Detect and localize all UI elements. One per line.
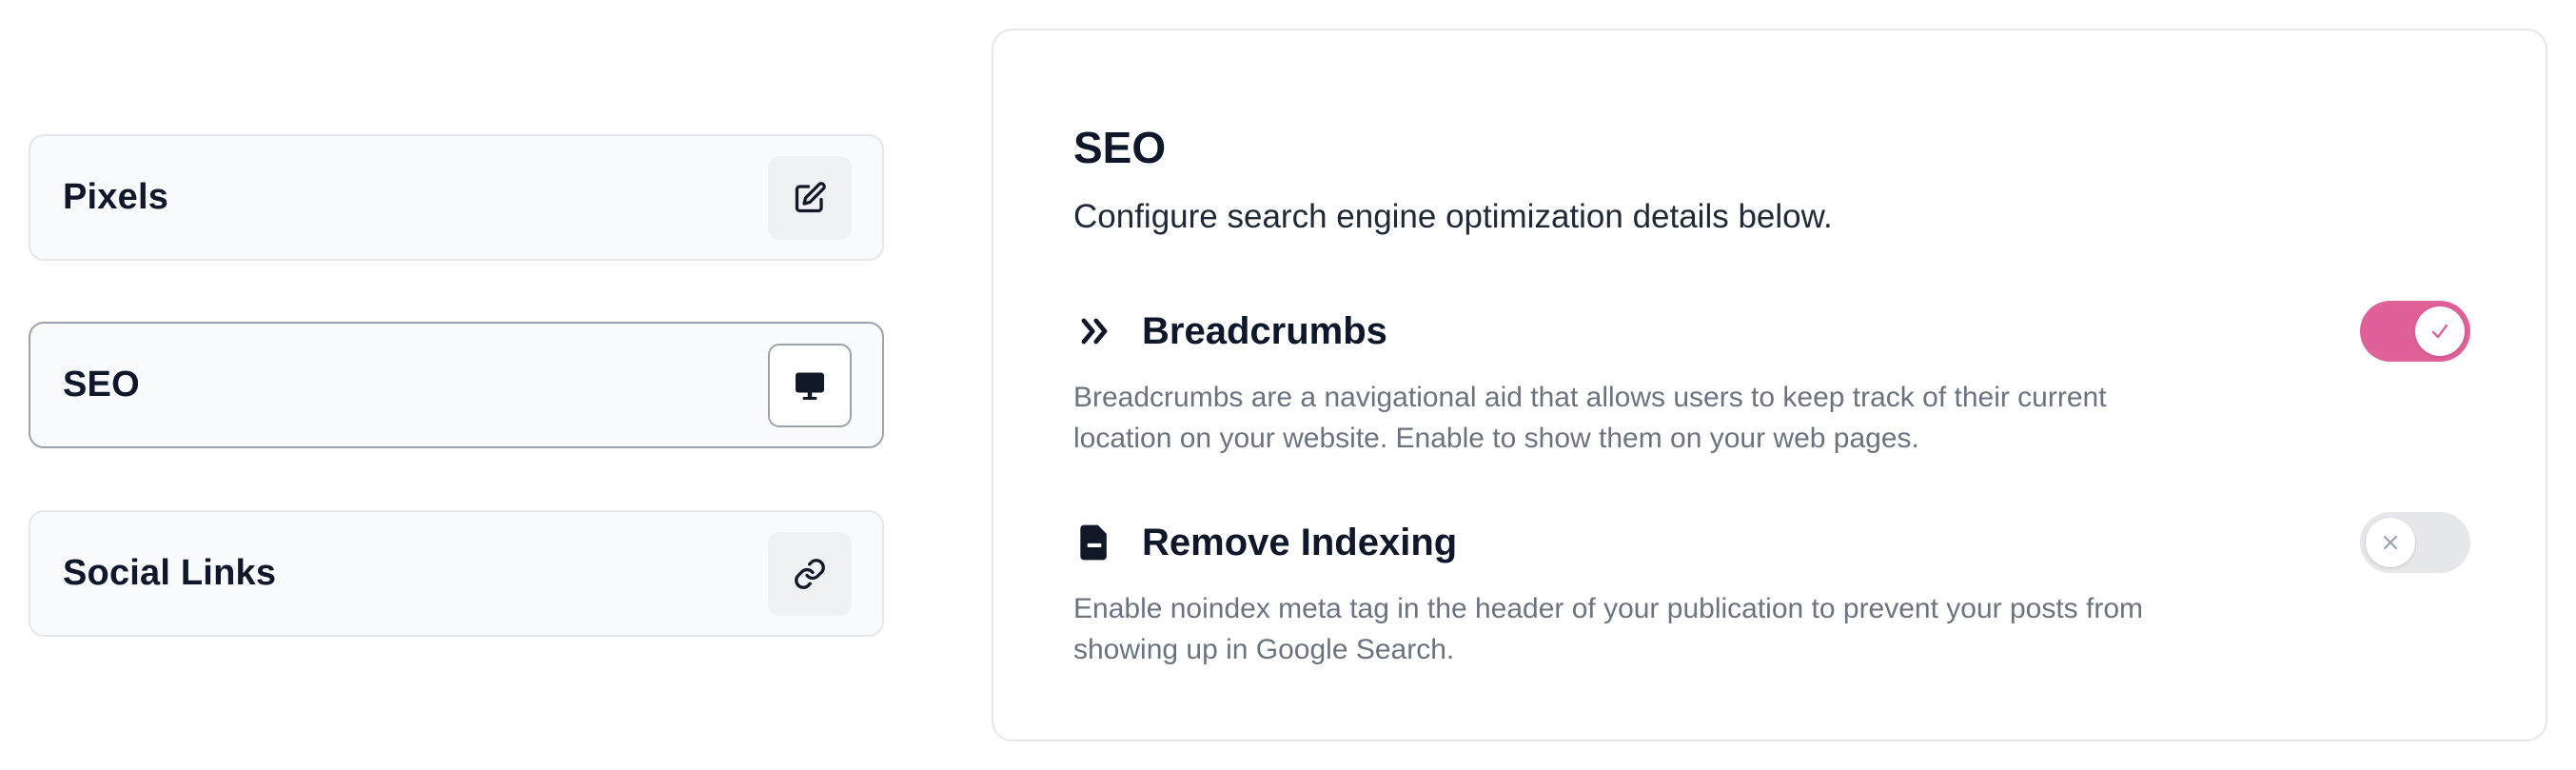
check-icon: [2431, 324, 2448, 339]
nav-item-label: SEO: [63, 365, 140, 405]
monitor-button[interactable]: [768, 343, 852, 427]
nav-item-pixels[interactable]: Pixels: [29, 134, 884, 261]
setting-remove-indexing: Remove Indexing Enable noindex meta tag …: [1073, 512, 2510, 670]
seo-settings-page: Pixels SEO Social Links SEO Configure se…: [0, 0, 2576, 770]
edit-button[interactable]: [768, 155, 852, 240]
panel-subtitle: Configure search engine optimization det…: [1073, 198, 1833, 235]
seo-panel: SEO Configure search engine optimization…: [992, 29, 2547, 741]
nav-item-seo[interactable]: SEO: [29, 322, 884, 448]
setting-description: Enable noindex meta tag in the header of…: [1073, 593, 2144, 665]
setting-header: Remove Indexing: [1073, 514, 2510, 571]
breadcrumbs-toggle[interactable]: [2360, 301, 2470, 362]
setting-header: Breadcrumbs: [1073, 303, 2510, 360]
chevrons-right-icon: [1073, 310, 1115, 352]
toggle-knob: [2366, 518, 2415, 567]
toggle-knob: [2415, 306, 2465, 356]
edit-icon: [795, 181, 826, 212]
file-minus-icon: [1073, 522, 1115, 563]
link-icon: [795, 558, 825, 589]
panel-title: SEO: [1073, 123, 1167, 172]
nav-item-label: Social Links: [63, 553, 277, 593]
setting-title: Remove Indexing: [1142, 521, 1458, 563]
nav-item-label: Pixels: [63, 177, 169, 217]
setting-breadcrumbs: Breadcrumbs Breadcrumbs are a navigation…: [1073, 301, 2510, 459]
nav-item-social-links[interactable]: Social Links: [29, 510, 884, 637]
link-button[interactable]: [768, 531, 852, 616]
setting-description: Breadcrumbs are a navigational aid that …: [1073, 382, 2107, 454]
setting-title: Breadcrumbs: [1142, 309, 1387, 352]
monitor-icon: [796, 372, 824, 400]
x-icon: [2383, 535, 2398, 550]
remove-indexing-toggle[interactable]: [2360, 512, 2470, 573]
